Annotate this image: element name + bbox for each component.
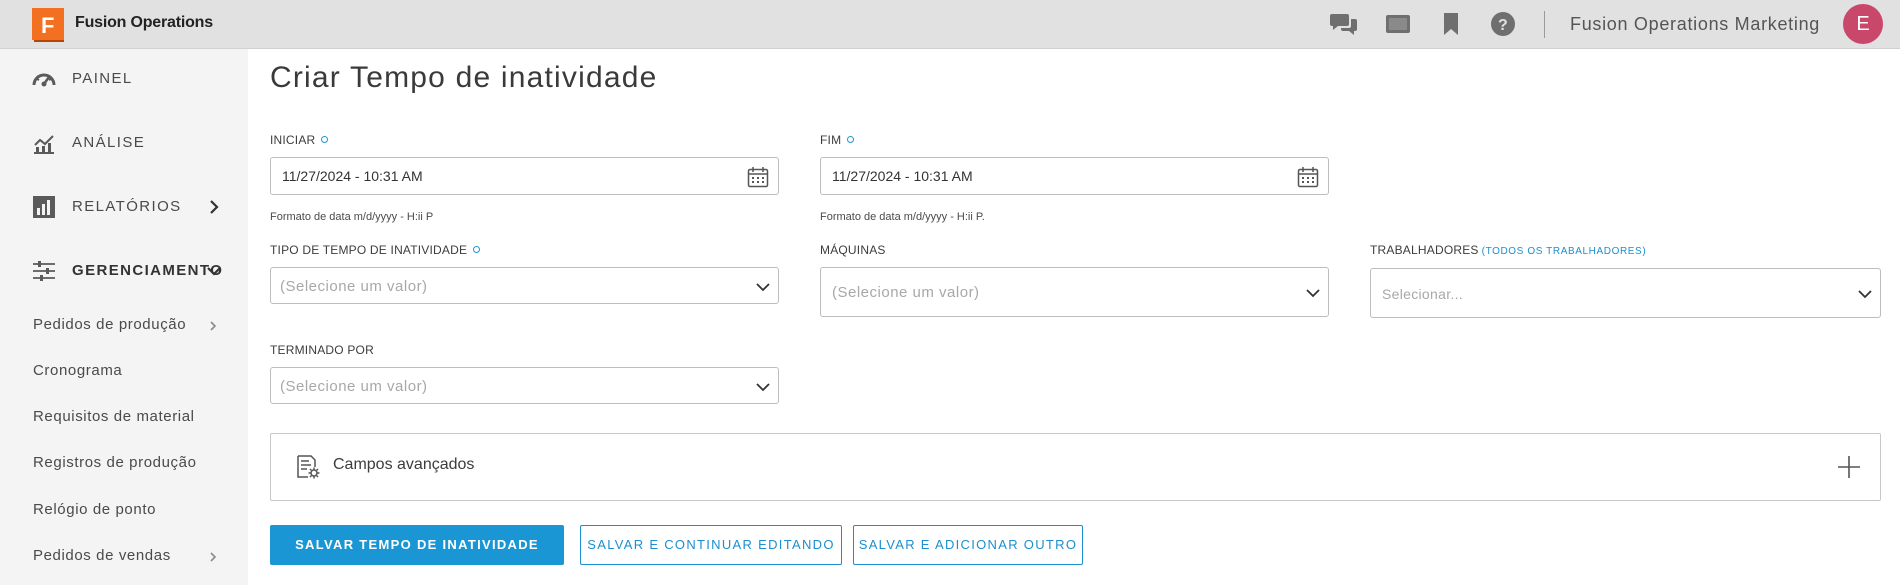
required-indicator-icon (847, 136, 855, 143)
start-label: INICIAR (270, 133, 329, 147)
sidebar-item-analise[interactable]: ANÁLISE (0, 123, 248, 163)
sidebar-subitem-requisitos-material[interactable]: Requisitos de material (0, 401, 248, 433)
management-icon (32, 259, 56, 283)
sidebar-subitem-pedidos-vendas[interactable]: Pedidos de vendas (0, 540, 248, 572)
machines-label: MÁQUINAS (820, 243, 886, 257)
chat-icon[interactable] (1330, 11, 1358, 37)
sidebar-subitem-registros-producao[interactable]: Registros de produção (0, 447, 248, 479)
chevron-down-icon (1857, 286, 1873, 302)
start-datetime-input[interactable]: 11/27/2024 - 10:31 AM (270, 157, 779, 195)
app-name: Fusion Operations (75, 14, 213, 31)
document-settings-icon (295, 454, 321, 480)
workers-label: TRABALHADORES (TODOS OS TRABALHADORES) (1370, 243, 1647, 257)
top-bar: F Fusion Operations ? Fusion Operations … (0, 0, 1900, 49)
page-title: Criar Tempo de inatividade (270, 61, 658, 94)
all-workers-link[interactable]: (TODOS OS TRABALHADORES) (1482, 246, 1647, 257)
sidebar: PAINEL ANÁLISE RELATÓRIOS GERENCIAMENTO … (0, 49, 248, 585)
reports-icon (32, 195, 56, 219)
start-format-hint: Formato de data m/d/yyyy - H:ii P (270, 211, 434, 223)
save-add-another-button[interactable]: SALVAR E ADICIONAR OUTRO (853, 525, 1083, 565)
end-datetime-input[interactable]: 11/27/2024 - 10:31 AM (820, 157, 1329, 195)
sidebar-item-label: PAINEL (72, 70, 133, 87)
sidebar-subitem-label: Pedidos de produção (33, 316, 187, 333)
ended-by-select[interactable]: (Selecione um valor) (270, 367, 779, 404)
svg-text:?: ? (1498, 17, 1508, 34)
sidebar-item-label: RELATÓRIOS (72, 198, 182, 215)
sidebar-subitem-relogio-ponto[interactable]: Relógio de ponto (0, 494, 248, 526)
svg-text:F: F (41, 13, 54, 38)
calendar-icon[interactable] (747, 166, 769, 188)
sidebar-subitem-label: Registros de produção (33, 454, 197, 471)
downtime-type-placeholder: (Selecione um valor) (280, 278, 428, 295)
sidebar-subitem-label: Requisitos de material (33, 408, 195, 425)
topbar-divider (1544, 11, 1545, 38)
ended-by-placeholder: (Selecione um valor) (280, 378, 428, 395)
help-icon[interactable]: ? (1489, 11, 1517, 37)
sidebar-subitem-label: Pedidos de vendas (33, 547, 171, 564)
sidebar-item-relatorios[interactable]: RELATÓRIOS (0, 187, 248, 227)
app-logo[interactable]: F (32, 8, 68, 42)
save-continue-editing-button[interactable]: SALVAR E CONTINUAR EDITANDO (580, 525, 842, 565)
required-indicator-icon (321, 136, 329, 143)
sidebar-subitem-label: Relógio de ponto (33, 501, 157, 518)
save-downtime-button[interactable]: SALVAR TEMPO DE INATIVIDADE (270, 525, 564, 565)
organization-name[interactable]: Fusion Operations Marketing (1570, 14, 1820, 35)
sidebar-subitem-label: Cronograma (33, 362, 123, 379)
sidebar-item-label: GERENCIAMENTO (72, 262, 224, 279)
dashboard-icon (32, 67, 56, 91)
bookmark-icon[interactable] (1437, 11, 1465, 37)
sidebar-item-gerenciamento[interactable]: GERENCIAMENTO (0, 251, 248, 291)
machines-placeholder: (Selecione um valor) (832, 284, 980, 301)
chevron-down-icon (755, 379, 771, 395)
sidebar-item-painel[interactable]: PAINEL (0, 59, 248, 99)
chevron-down-icon (206, 263, 222, 279)
start-datetime-value: 11/27/2024 - 10:31 AM (282, 168, 423, 184)
end-datetime-value: 11/27/2024 - 10:31 AM (832, 168, 973, 184)
chevron-right-icon (207, 319, 219, 331)
downtime-type-select[interactable]: (Selecione um valor) (270, 267, 779, 304)
calendar-icon[interactable] (1297, 166, 1319, 188)
chevron-right-icon (207, 550, 219, 562)
end-format-hint: Formato de data m/d/yyyy - H:ii P. (820, 211, 985, 223)
chevron-down-icon (1305, 285, 1321, 301)
chevron-right-icon (206, 199, 222, 215)
user-avatar[interactable]: E (1843, 4, 1883, 44)
workers-select[interactable]: Selecionar... (1370, 268, 1881, 318)
advanced-fields-panel[interactable]: Campos avançados (270, 433, 1881, 501)
ended-by-label: TERMINADO POR (270, 343, 374, 357)
tablet-icon[interactable] (1384, 11, 1412, 37)
downtime-type-label: TIPO DE TEMPO DE INATIVIDADE (270, 243, 481, 257)
sidebar-item-label: ANÁLISE (72, 134, 146, 151)
chevron-down-icon (755, 279, 771, 295)
main-content: Criar Tempo de inatividade INICIAR 11/27… (248, 49, 1900, 585)
expand-plus-icon[interactable] (1836, 454, 1862, 480)
workers-placeholder: Selecionar... (1382, 286, 1463, 302)
end-label: FIM (820, 133, 855, 147)
sidebar-subitem-pedidos-producao[interactable]: Pedidos de produção (0, 309, 248, 341)
required-indicator-icon (473, 246, 481, 253)
analytics-icon (32, 131, 56, 155)
sidebar-subitem-cronograma[interactable]: Cronograma (0, 355, 248, 387)
advanced-fields-label: Campos avançados (333, 456, 475, 473)
machines-select[interactable]: (Selecione um valor) (820, 267, 1329, 317)
